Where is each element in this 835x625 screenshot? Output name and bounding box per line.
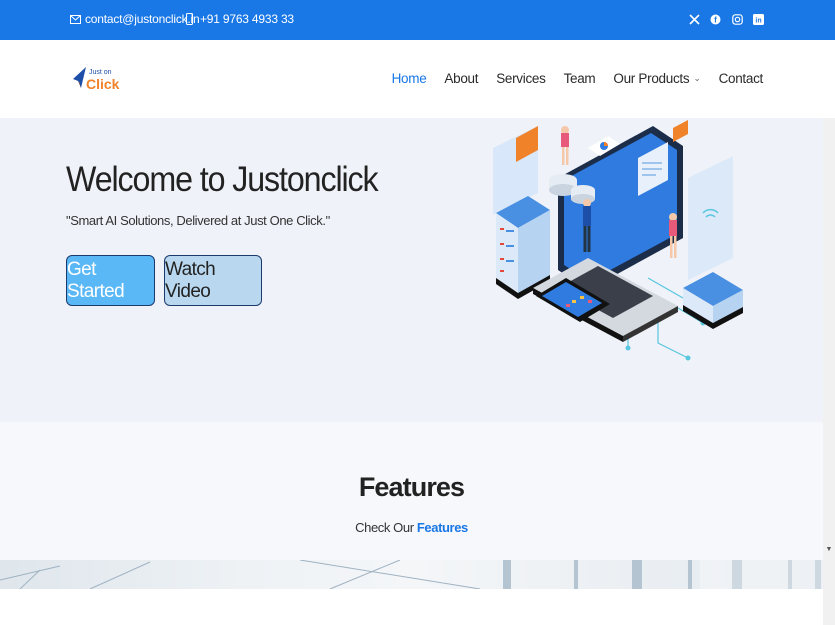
main-nav: Home About Services Team Our Products ⌄ C… bbox=[374, 71, 764, 86]
logo-text-top: Just on bbox=[89, 69, 112, 76]
scrollbar-thumb[interactable] bbox=[825, 122, 833, 542]
site-header: Just on Click Home About Services Team O… bbox=[0, 40, 835, 118]
watch-video-button[interactable]: Watch Video bbox=[164, 255, 262, 306]
contact-email-text: contact@justonclick.in bbox=[85, 12, 200, 26]
get-started-button[interactable]: Get Started bbox=[66, 255, 155, 306]
features-subtitle-highlight: Features bbox=[416, 520, 468, 535]
nav-home[interactable]: Home bbox=[392, 71, 427, 86]
hero-subtitle: "Smart AI Solutions, Delivered at Just O… bbox=[66, 213, 330, 228]
facebook-icon[interactable]: f bbox=[709, 12, 722, 26]
isometric-tech-illustration bbox=[493, 120, 743, 361]
nav-contact[interactable]: Contact bbox=[718, 71, 764, 86]
page-scrollbar[interactable]: ▼ bbox=[823, 118, 835, 625]
chevron-down-icon: ⌄ bbox=[693, 73, 701, 83]
page-blank-area bbox=[0, 589, 823, 625]
nav-about[interactable]: About bbox=[444, 71, 478, 86]
nav-services[interactable]: Services bbox=[496, 71, 546, 86]
x-icon[interactable] bbox=[688, 12, 701, 26]
instagram-icon[interactable] bbox=[731, 12, 744, 26]
nav-about-label: About bbox=[444, 71, 479, 86]
contact-phone-text: +91 9763 4933 33 bbox=[200, 12, 294, 26]
hero-section: Welcome to Justonclick "Smart AI Solutio… bbox=[0, 118, 823, 422]
envelope-icon bbox=[70, 14, 81, 24]
contact-phone[interactable]: +91 9763 4933 33 bbox=[186, 12, 294, 26]
contact-email[interactable]: contact@justonclick.in bbox=[70, 12, 200, 26]
features-subtitle: Check Our Features bbox=[0, 520, 823, 535]
features-title: Features bbox=[358, 472, 465, 502]
nav-our-products[interactable]: Our Products ⌄ bbox=[613, 71, 700, 86]
nav-team-label: Team bbox=[563, 71, 596, 86]
nav-our-products-label: Our Products bbox=[613, 71, 690, 86]
nav-contact-label: Contact bbox=[718, 71, 764, 86]
hero-title: Welcome to Justonclick bbox=[66, 160, 379, 199]
nav-home-label: Home bbox=[391, 71, 427, 86]
nav-services-label: Services bbox=[496, 71, 546, 86]
svg-text:f: f bbox=[714, 15, 717, 24]
scroll-down-arrow-icon[interactable]: ▼ bbox=[823, 545, 835, 555]
phone-icon bbox=[186, 13, 193, 25]
features-subtitle-prefix: Check Our bbox=[355, 520, 414, 535]
linkedin-icon[interactable]: in bbox=[752, 12, 765, 26]
logo-text-main: Click bbox=[86, 76, 120, 92]
logo[interactable]: Just on Click bbox=[72, 64, 122, 96]
svg-text:in: in bbox=[755, 17, 761, 24]
features-section: Features Check Our Features bbox=[0, 422, 823, 560]
background-image-strip bbox=[0, 560, 823, 589]
nav-team[interactable]: Team bbox=[564, 71, 596, 86]
top-bar: contact@justonclick.in +91 9763 4933 33 … bbox=[0, 0, 835, 40]
